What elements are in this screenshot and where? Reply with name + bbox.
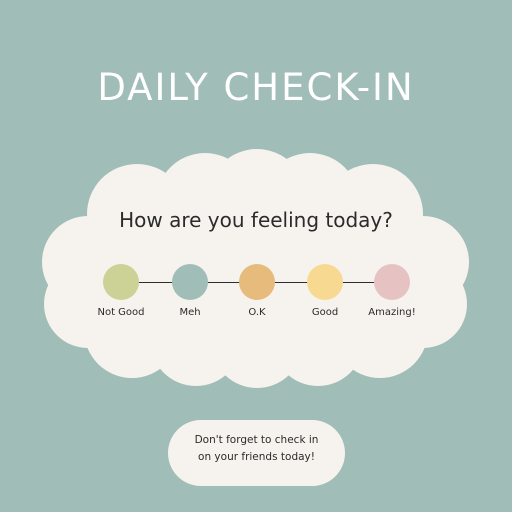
mood-option-good[interactable] xyxy=(307,264,343,300)
mood-option-meh[interactable] xyxy=(172,264,208,300)
mood-option-ok[interactable] xyxy=(239,264,275,300)
mood-option-not-good[interactable] xyxy=(103,264,139,300)
reminder-text: Don't forget to check in on your friends… xyxy=(168,432,345,466)
mood-question: How are you feeling today? xyxy=(119,208,393,232)
mood-option-amazing[interactable] xyxy=(374,264,410,300)
reminder-line-2: on your friends today! xyxy=(198,451,315,463)
reminder-line-1: Don't forget to check in xyxy=(194,434,319,446)
